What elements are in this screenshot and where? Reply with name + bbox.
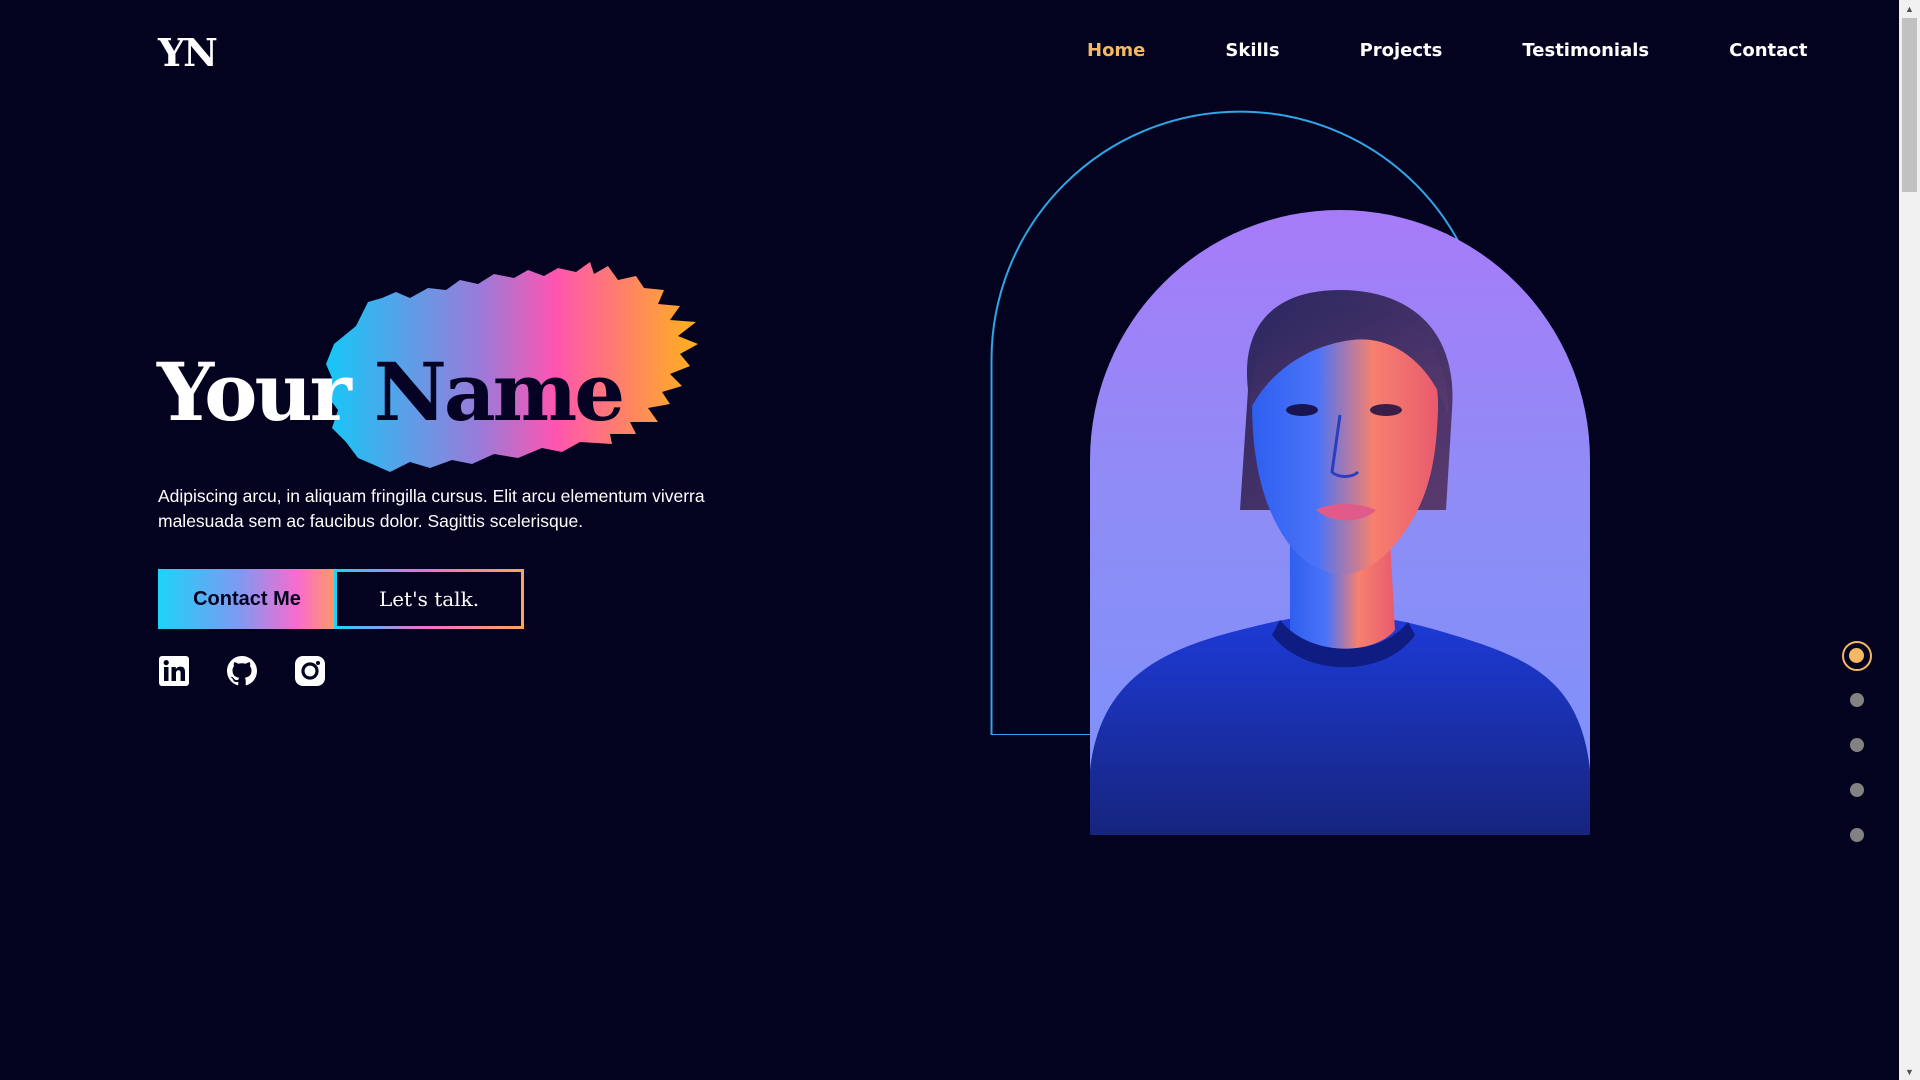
vertical-scrollbar[interactable]: ▲ ▼ xyxy=(1899,0,1920,1080)
github-icon[interactable] xyxy=(226,655,258,687)
nav-home-link[interactable]: Home xyxy=(1087,40,1145,61)
linkedin-icon[interactable] xyxy=(158,655,190,687)
nav-contact-link[interactable]: Contact xyxy=(1729,40,1807,61)
hero-title-first: Your xyxy=(157,345,352,439)
social-links xyxy=(158,655,326,687)
hero-description: Adipiscing arcu, in aliquam fringilla cu… xyxy=(158,486,705,531)
section-dot[interactable] xyxy=(1850,783,1864,797)
section-dot[interactable] xyxy=(1850,738,1864,752)
nav-testimonials-link[interactable]: Testimonials xyxy=(1522,40,1649,61)
instagram-icon[interactable] xyxy=(294,655,326,687)
hero-title: Your Name xyxy=(157,352,625,432)
contact-me-button[interactable]: Contact Me xyxy=(158,569,336,629)
hero-title-second: Name xyxy=(373,345,626,439)
logo[interactable]: YN xyxy=(158,30,218,75)
scroll-up-arrow-icon[interactable]: ▲ xyxy=(1899,0,1920,17)
profile-portrait-image xyxy=(1090,210,1590,835)
scrollbar-thumb[interactable] xyxy=(1902,18,1917,192)
scroll-down-arrow-icon[interactable]: ▼ xyxy=(1899,1063,1920,1080)
nav-skills-link[interactable]: Skills xyxy=(1225,40,1279,61)
portrait-illustration xyxy=(1090,290,1590,835)
section-dot[interactable] xyxy=(1850,693,1864,707)
section-dots xyxy=(1840,641,1874,873)
nav-projects-link[interactable]: Projects xyxy=(1360,40,1443,61)
lets-talk-button[interactable]: Let's talk. xyxy=(334,569,524,629)
section-dot-active[interactable] xyxy=(1842,641,1872,671)
main-nav: Home Skills Projects Testimonials Contac… xyxy=(1087,40,1808,61)
section-dot[interactable] xyxy=(1850,828,1864,842)
